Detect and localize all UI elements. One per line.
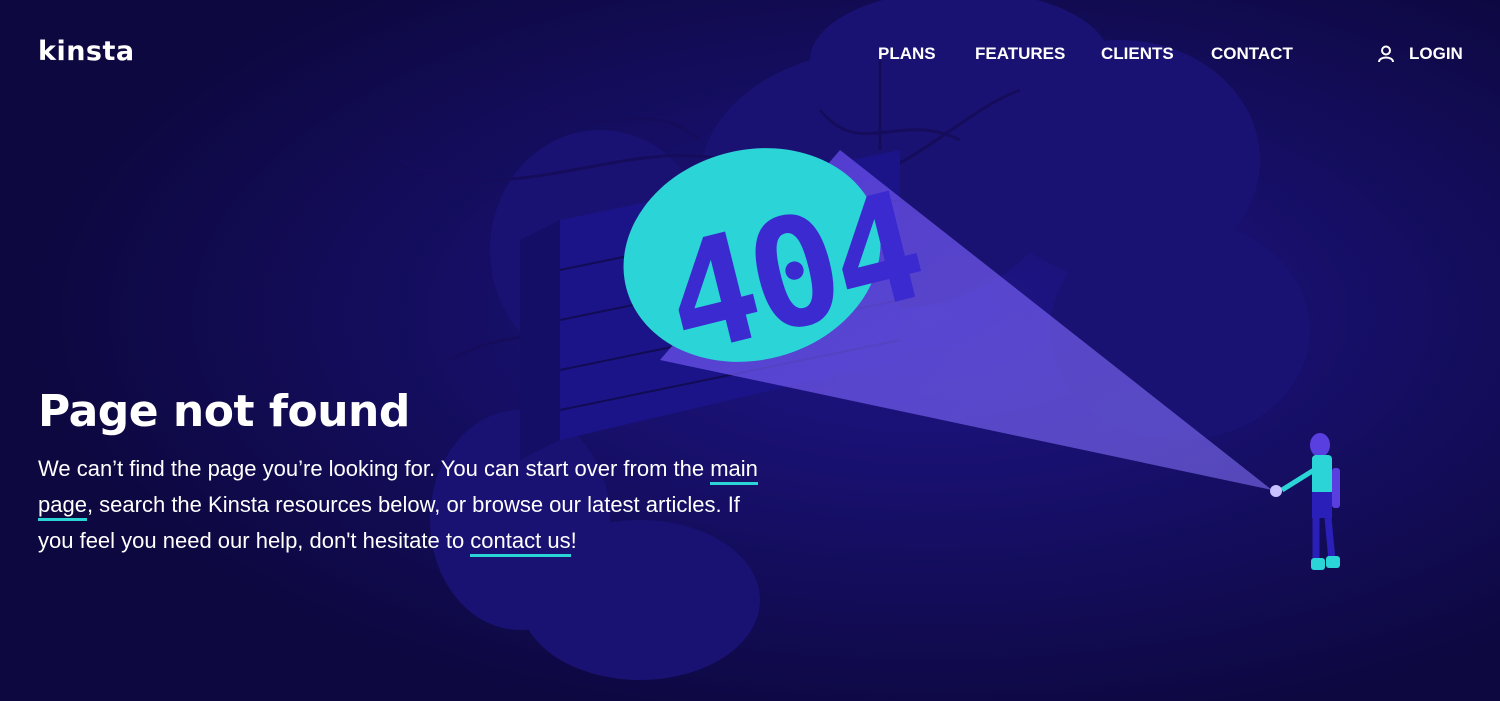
user-icon: [1378, 45, 1394, 63]
top-navigation: kinsta PLANS FEATURES CLIENTS CONTACT LO…: [0, 0, 1500, 110]
nav-item-features[interactable]: FEATURES: [975, 44, 1065, 64]
message-text-middle: , search the Kinsta resources below, or …: [38, 492, 740, 553]
nav-item-plans[interactable]: PLANS: [878, 44, 936, 64]
nav-item-contact[interactable]: CONTACT: [1211, 44, 1293, 64]
kinsta-logo[interactable]: kinsta: [38, 36, 135, 67]
not-found-message: We can’t find the page you’re looking fo…: [38, 451, 758, 559]
page-title: Page not found: [38, 386, 410, 437]
login-button[interactable]: LOGIN: [1377, 44, 1463, 64]
message-text-start: We can’t find the page you’re looking fo…: [38, 456, 711, 481]
not-found-hero: Page not found We can’t find the page yo…: [38, 386, 758, 559]
contact-us-link[interactable]: contact us: [470, 528, 571, 557]
login-label: LOGIN: [1409, 44, 1463, 63]
message-text-end: !: [570, 528, 577, 553]
nav-item-clients[interactable]: CLIENTS: [1101, 44, 1174, 64]
